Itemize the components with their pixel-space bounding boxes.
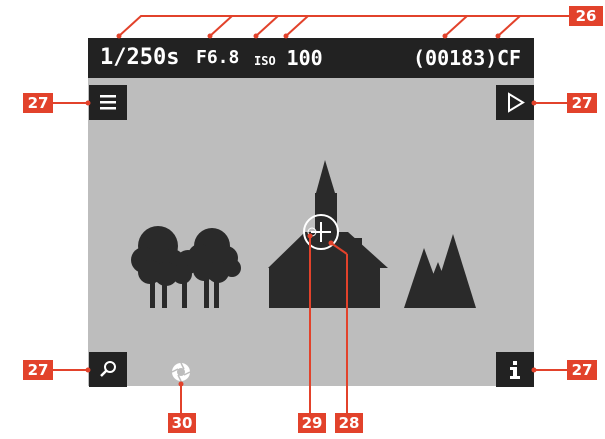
callout-27-menu: 27	[23, 93, 53, 113]
callout-30: 30	[168, 413, 196, 433]
callout-27-info: 27	[567, 360, 597, 380]
callout-29: 29	[298, 413, 326, 433]
callout-28: 28	[335, 413, 363, 433]
callout-27-playback: 27	[567, 93, 597, 113]
callout-27-zoom: 27	[23, 360, 53, 380]
callout-26: 26	[569, 6, 603, 26]
camera-display-diagram: 1/250s F6.8 ISO 100 (00183) CF 26 27 27 …	[0, 0, 605, 439]
callout-lines	[49, 15, 569, 413]
